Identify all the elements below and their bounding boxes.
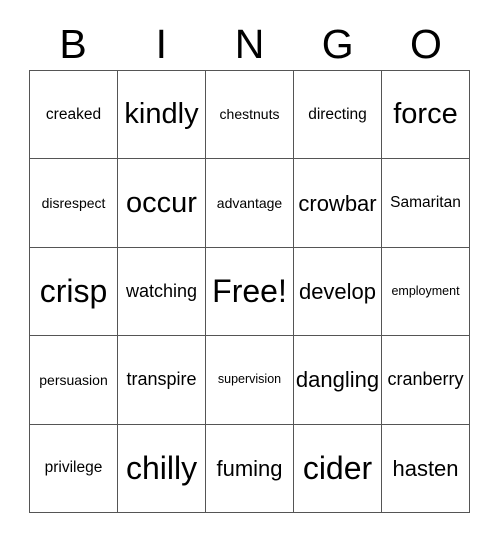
header-letter-g: G [294,18,382,70]
bingo-cell[interactable]: kindly [118,71,206,160]
bingo-cell[interactable]: chilly [118,424,206,514]
bingo-cell[interactable]: force [382,71,470,160]
bingo-card: B I N G O creaked kindly chestnuts direc… [0,0,500,544]
bingo-row: disrespect occur advantage crowbar Samar… [30,159,470,248]
bingo-cell-text: fuming [216,455,283,481]
bingo-cell-text: creaked [45,105,102,123]
bingo-cell-text: Samaritan [390,193,461,211]
header-letter-b: B [29,18,117,70]
bingo-cell-text: cranberry [387,369,464,390]
bingo-cell-free-space[interactable]: Free! [206,247,294,337]
header-letter-o: O [382,18,470,70]
bingo-cell-text: directing [308,105,367,123]
bingo-cell[interactable]: develop [294,247,382,337]
bingo-cell-text: dangling [295,367,380,393]
bingo-cell-text: employment [391,283,460,298]
bingo-row: crisp watching Free! develop employment [30,247,470,337]
bingo-cell[interactable]: supervision [206,336,294,425]
bingo-cell[interactable]: hasten [382,424,470,514]
bingo-cell[interactable]: privilege [30,424,118,514]
header-letter-g-text: G [321,20,354,67]
bingo-cell[interactable]: advantage [206,159,294,248]
header-letter-i-text: I [155,20,167,67]
header-letter-n-text: N [234,20,265,67]
bingo-cell-text: privilege [44,459,103,477]
bingo-cell[interactable]: watching [118,247,206,337]
bingo-header-row: B I N G O [29,18,470,70]
bingo-cell[interactable]: Samaritan [382,159,470,248]
bingo-cell[interactable]: occur [118,159,206,248]
bingo-cell[interactable]: directing [294,71,382,160]
bingo-cell-text: kindly [124,98,199,131]
bingo-cell-text: disrespect [41,194,106,211]
bingo-row: privilege chilly fuming cider hasten [30,424,470,514]
bingo-cell-text: force [393,98,458,131]
bingo-cell-text: develop [298,278,377,304]
bingo-grid: creaked kindly chestnuts directing force… [29,70,470,514]
header-letter-o-text: O [409,20,442,67]
bingo-row: persuasion transpire supervision danglin… [30,336,470,425]
header-letter-i: I [117,18,205,70]
bingo-cell-text: watching [125,281,198,302]
bingo-cell[interactable]: chestnuts [206,71,294,160]
bingo-cell-text: crowbar [298,190,377,216]
bingo-cell[interactable]: transpire [118,336,206,425]
bingo-free-space-text: Free! [212,272,287,309]
bingo-cell[interactable]: disrespect [30,159,118,248]
bingo-cell-text: occur [126,186,197,219]
bingo-cell[interactable]: fuming [206,424,294,514]
bingo-cell[interactable]: employment [382,247,470,337]
bingo-cell[interactable]: cider [294,424,382,514]
bingo-cell[interactable]: crowbar [294,159,382,248]
bingo-cell-text: transpire [126,369,197,390]
bingo-cell-text: supervision [217,372,282,387]
bingo-cell[interactable]: persuasion [30,336,118,425]
bingo-cell-text: chilly [125,449,198,486]
bingo-cell[interactable]: crisp [30,247,118,337]
bingo-cell-text: hasten [392,455,459,481]
bingo-cell[interactable]: dangling [294,336,382,425]
bingo-cell-text: cider [302,449,373,486]
header-letter-n: N [205,18,293,70]
bingo-cell-text: persuasion [39,371,108,388]
header-letter-b-text: B [59,20,87,67]
bingo-row: creaked kindly chestnuts directing force [30,71,470,160]
bingo-cell-text: chestnuts [219,106,280,123]
bingo-cell-text: advantage [216,194,283,211]
bingo-cell[interactable]: creaked [30,71,118,160]
bingo-cell-text: crisp [39,272,108,309]
bingo-cell[interactable]: cranberry [382,336,470,425]
